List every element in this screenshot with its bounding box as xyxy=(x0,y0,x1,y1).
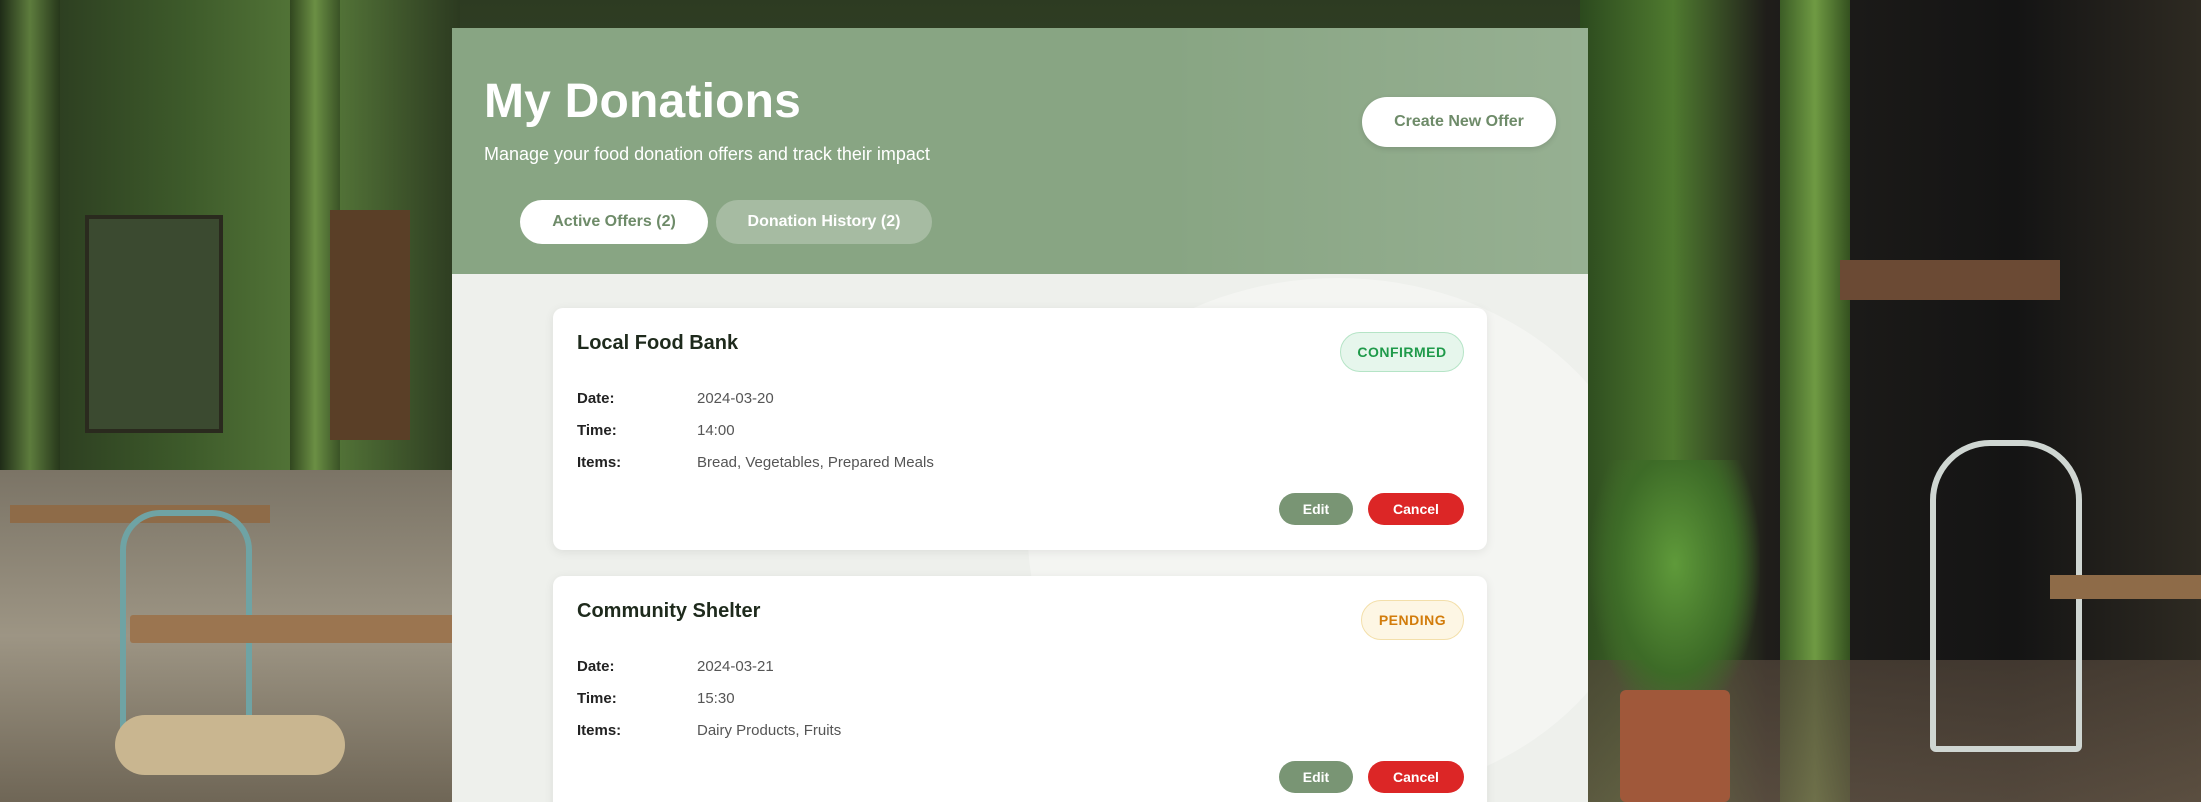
donations-panel: My Donations Manage your food donation o… xyxy=(452,28,1588,802)
edit-button[interactable]: Edit xyxy=(1279,761,1353,793)
items-label: Items: xyxy=(577,722,622,739)
tab-active-offers[interactable]: Active Offers (2) xyxy=(520,200,708,244)
edit-button[interactable]: Edit xyxy=(1279,493,1353,525)
status-badge: PENDING xyxy=(1361,600,1464,640)
organization-name: Local Food Bank xyxy=(577,332,739,354)
date-label: Date: xyxy=(577,390,615,407)
time-label: Time: xyxy=(577,690,617,707)
date-label: Date: xyxy=(577,658,615,675)
create-new-offer-button[interactable]: Create New Offer xyxy=(1362,97,1556,147)
time-label: Time: xyxy=(577,422,617,439)
time-value: 14:00 xyxy=(697,422,735,439)
items-value: Bread, Vegetables, Prepared Meals xyxy=(697,454,934,471)
items-value: Dairy Products, Fruits xyxy=(697,722,842,739)
donation-card: Community Shelter PENDING Date: 2024-03-… xyxy=(553,576,1487,802)
organization-name: Community Shelter xyxy=(577,600,761,622)
page-subtitle: Manage your food donation offers and tra… xyxy=(484,144,930,164)
tab-donation-history[interactable]: Donation History (2) xyxy=(716,200,932,244)
date-value: 2024-03-21 xyxy=(697,658,774,675)
status-badge: CONFIRMED xyxy=(1340,332,1464,372)
date-value: 2024-03-20 xyxy=(697,390,774,407)
donation-card: Local Food Bank CONFIRMED Date: 2024-03-… xyxy=(553,308,1487,550)
page-header: My Donations Manage your food donation o… xyxy=(452,28,1588,274)
page-title: My Donations xyxy=(484,75,802,128)
items-label: Items: xyxy=(577,454,622,471)
cancel-button[interactable]: Cancel xyxy=(1368,493,1464,525)
cancel-button[interactable]: Cancel xyxy=(1368,761,1464,793)
time-value: 15:30 xyxy=(697,690,735,707)
